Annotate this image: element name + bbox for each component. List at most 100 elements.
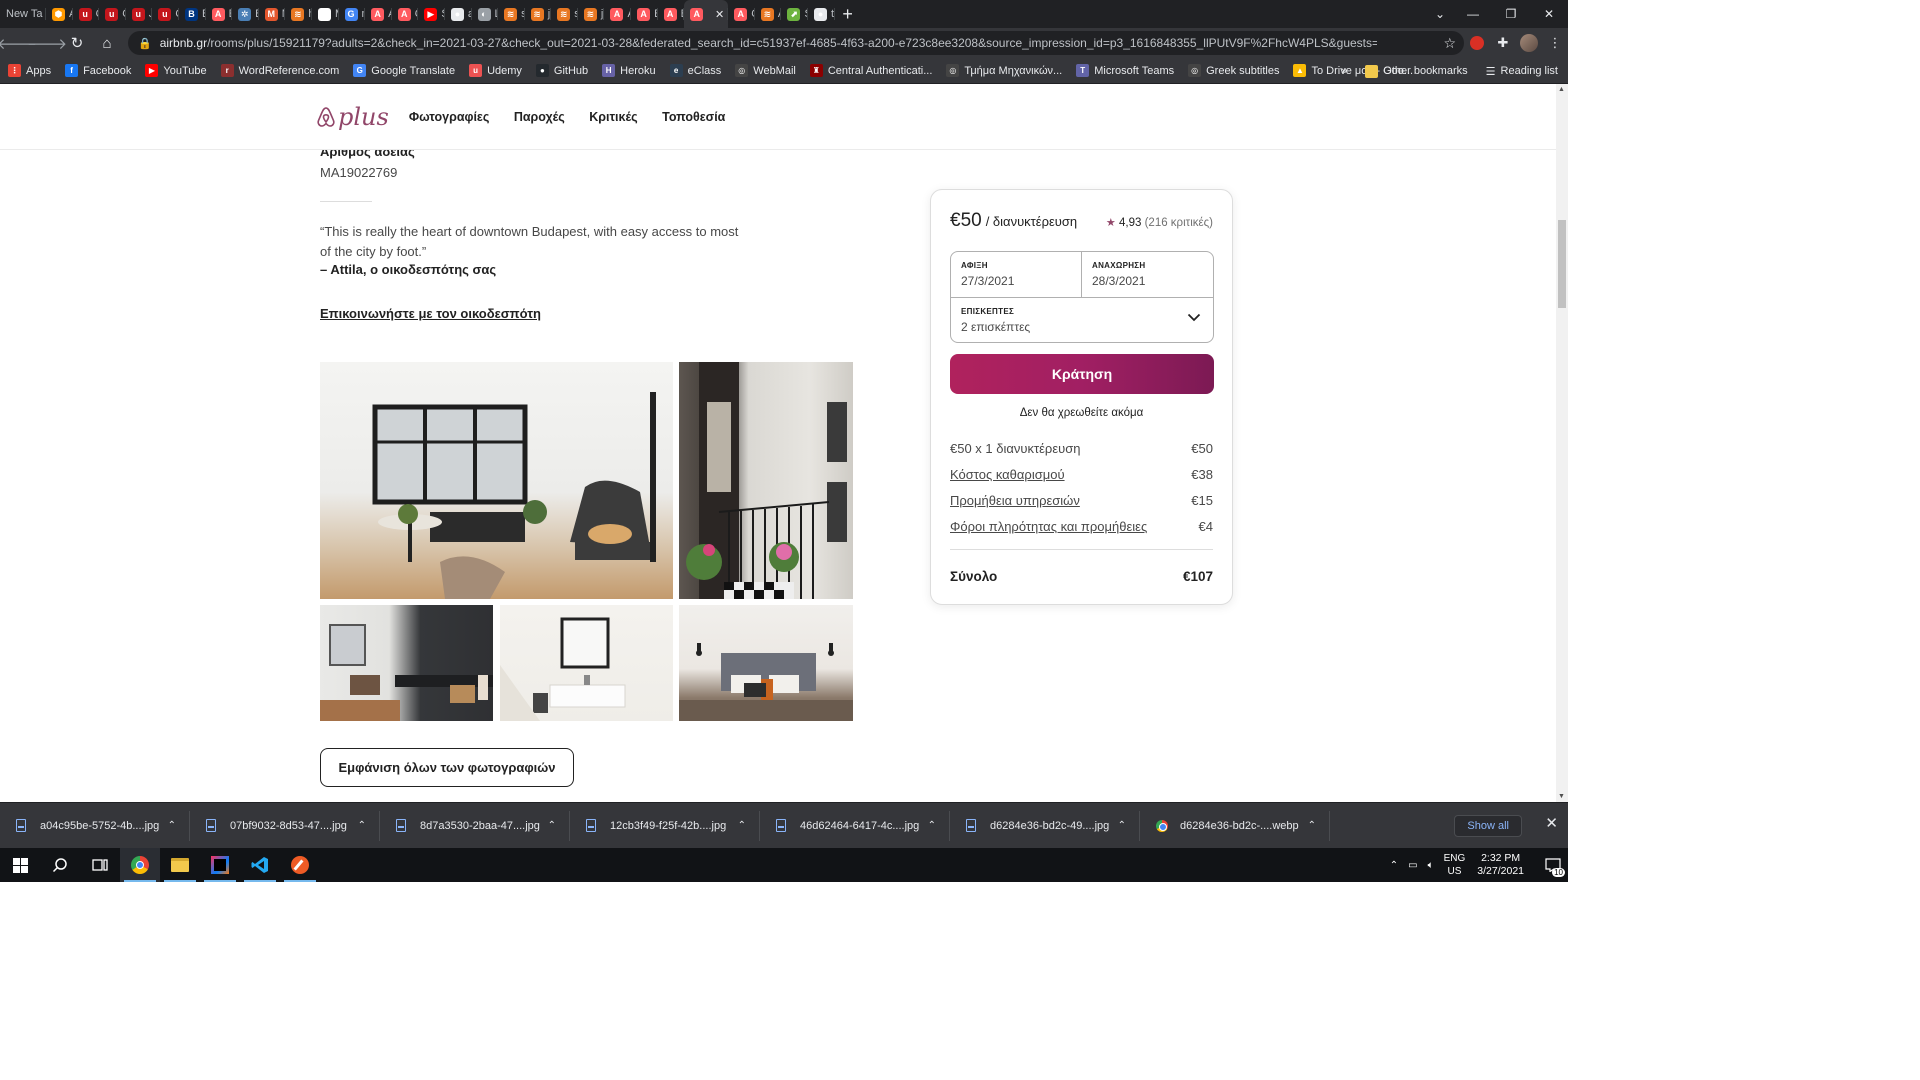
fee-label-link[interactable]: Κόστος καθαρισμού — [950, 467, 1065, 482]
browser-tab[interactable]: ⬈Sp — [781, 0, 808, 28]
fee-label-link[interactable]: Φόροι πληρότητας και προμήθειες — [950, 519, 1147, 534]
extension-red-icon[interactable] — [1464, 30, 1490, 56]
photo-balcony[interactable] — [679, 362, 853, 599]
close-window-icon[interactable]: ✕ — [1530, 0, 1568, 28]
nav-reviews[interactable]: Κριτικές — [589, 110, 637, 124]
tab-search-icon[interactable]: ⌄ — [1426, 0, 1454, 28]
postman-icon[interactable] — [280, 848, 320, 882]
browser-tab[interactable]: ACu — [728, 0, 755, 28]
nav-amenities[interactable]: Παροχές — [514, 110, 565, 124]
bookmark-item[interactable]: r WordReference.com — [220, 64, 339, 77]
browser-tab[interactable]: ABo — [658, 0, 684, 28]
nav-location[interactable]: Τοποθεσία — [662, 110, 725, 124]
reload-button[interactable]: ↻ — [64, 30, 90, 56]
bookmark-item[interactable]: ⋮ Apps — [8, 64, 51, 77]
browser-tab[interactable]: AOl — [392, 0, 418, 28]
photo-bedroom[interactable] — [679, 605, 853, 721]
contact-host-link[interactable]: Επικοινωνήστε με τον οικοδεσπότη — [320, 306, 541, 321]
browser-tab[interactable]: MMy — [259, 0, 285, 28]
bookmark-item[interactable]: u Udemy — [469, 64, 522, 77]
scrollbar-thumb[interactable] — [1558, 220, 1566, 308]
extensions-puzzle-icon[interactable]: ✚ — [1490, 30, 1516, 56]
minimize-window-icon[interactable]: — — [1454, 0, 1492, 28]
browser-tab[interactable]: uJav — [126, 0, 152, 28]
scroll-up-arrow-icon[interactable]: ▲ — [1558, 86, 1565, 93]
profile-avatar[interactable] — [1516, 30, 1542, 56]
bookmark-item[interactable]: f Facebook — [65, 64, 131, 77]
browser-tab-active[interactable]: A ✕ — [684, 0, 729, 28]
browser-tab[interactable]: WMy — [312, 0, 339, 28]
start-button[interactable] — [0, 848, 40, 882]
home-button[interactable]: ⌂ — [94, 30, 120, 56]
guests-selector[interactable]: ΕΠΙΣΚΕΠΤΕΣ 2 επισκέπτες — [951, 298, 1213, 342]
download-item[interactable]: a04c95be-5752-4b....jpg ⌃ — [0, 803, 190, 849]
other-bookmarks[interactable]: Other bookmarks — [1365, 64, 1468, 78]
search-icon[interactable] — [40, 848, 80, 882]
file-explorer-icon[interactable] — [160, 848, 200, 882]
vscode-icon[interactable] — [240, 848, 280, 882]
browser-tab[interactable]: ABe — [631, 0, 658, 28]
nav-photos[interactable]: Φωτογραφίες — [409, 110, 490, 124]
scroll-down-arrow-icon[interactable]: ▼ — [1558, 793, 1565, 800]
download-options-chevron-icon[interactable]: ⌃ — [358, 820, 366, 831]
browser-tab[interactable]: uOA — [152, 0, 179, 28]
bookmark-item[interactable]: ◎ Greek subtitles — [1188, 64, 1279, 77]
download-item[interactable]: 46d62464-6417-4c....jpg ⌃ — [760, 803, 950, 849]
browser-tab[interactable]: AΑθ — [604, 0, 631, 28]
download-options-chevron-icon[interactable]: ⌃ — [928, 820, 936, 831]
download-item[interactable]: 07bf9032-8d53-47....jpg ⌃ — [190, 803, 380, 849]
photo-bathroom[interactable] — [500, 605, 673, 721]
tray-overflow-chevron-icon[interactable]: ⌃ — [1390, 860, 1398, 871]
checkout-field[interactable]: ΑΝΑΧΩΡΗΣΗ 28/3/2021 — [1082, 252, 1213, 298]
bookmark-item[interactable]: e eClass — [669, 64, 721, 77]
bookmark-item[interactable]: H Heroku — [602, 64, 656, 77]
bookmark-item[interactable]: T Microsoft Teams — [1076, 64, 1174, 77]
chrome-taskbar-icon[interactable] — [120, 848, 160, 882]
bookmark-item[interactable]: ◎ WebMail — [735, 64, 796, 77]
volume-icon[interactable]: 🔈︎ — [1428, 860, 1434, 871]
browser-tab[interactable]: ≋sp — [551, 0, 578, 28]
bookmark-item[interactable]: G Google Translate — [353, 64, 455, 77]
download-options-chevron-icon[interactable]: ⌃ — [548, 820, 556, 831]
new-tab-button[interactable]: + — [835, 0, 861, 28]
show-all-downloads-button[interactable]: Show all — [1454, 815, 1522, 837]
download-options-chevron-icon[interactable]: ⌃ — [1118, 820, 1126, 831]
address-bar[interactable]: 🔒 airbnb.gr /rooms/plus/15921179?adults=… — [128, 31, 1464, 55]
browser-tab[interactable]: ◐Lo — [472, 0, 498, 28]
tab-close-icon[interactable]: ✕ — [715, 8, 724, 21]
browser-tab[interactable]: uGc — [99, 0, 126, 28]
forward-button[interactable]: 🡒 — [27, 30, 67, 56]
clock[interactable]: 2:32 PM 3/27/2021 — [1477, 852, 1524, 878]
checkin-field[interactable]: ΑΦΙΞΗ 27/3/2021 — [951, 252, 1082, 298]
photo-kitchen[interactable] — [320, 605, 493, 721]
bookmarks-overflow-chevron[interactable]: » — [1341, 65, 1347, 77]
maximize-window-icon[interactable]: ❐ — [1492, 0, 1530, 28]
browser-tab[interactable]: uOr — [73, 0, 99, 28]
browser-tab[interactable]: ▶Sp — [418, 0, 445, 28]
show-all-photos-button[interactable]: Εμφάνιση όλων των φωτογραφιών — [320, 748, 574, 787]
bookmark-item[interactable]: ♜ Central Authenticati... — [809, 64, 932, 77]
reading-list[interactable]: ☰ Reading list — [1486, 65, 1558, 78]
bookmark-item[interactable]: ▶ YouTube — [145, 64, 207, 77]
download-options-chevron-icon[interactable]: ⌃ — [168, 820, 176, 831]
browser-tab[interactable]: ●tut — [808, 0, 835, 28]
bookmark-star-icon[interactable]: ☆ — [1443, 35, 1456, 52]
browser-tab[interactable]: ≋jav — [525, 0, 551, 28]
reserve-button[interactable]: Κράτηση — [950, 354, 1214, 394]
notifications-icon[interactable]: 10 — [1538, 848, 1568, 882]
rating[interactable]: ★ 4,93 (216 κριτικές) — [1106, 216, 1213, 229]
download-options-chevron-icon[interactable]: ⌃ — [738, 820, 746, 831]
browser-tab[interactable]: ≋jav — [578, 0, 604, 28]
bookmark-item[interactable]: ● GitHub — [535, 64, 588, 77]
browser-tab[interactable]: ✲Bo — [232, 0, 259, 28]
browser-tab[interactable]: ≋Ad — [755, 0, 781, 28]
browser-tab[interactable]: ⬢AW — [46, 0, 73, 28]
download-item[interactable]: d6284e36-bd2c-....webp ⌃ — [1140, 803, 1330, 849]
close-download-shelf-icon[interactable]: ✕ — [1545, 814, 1558, 832]
intellij-icon[interactable] — [200, 848, 240, 882]
download-item[interactable]: 12cb3f49-f25f-42b....jpg ⌃ — [570, 803, 760, 849]
input-language[interactable]: ENG US — [1444, 852, 1466, 878]
download-item[interactable]: d6284e36-bd2c-49....jpg ⌃ — [950, 803, 1140, 849]
chrome-menu-icon[interactable]: ⋮ — [1542, 30, 1568, 56]
browser-tab[interactable]: AΑθ — [365, 0, 392, 28]
